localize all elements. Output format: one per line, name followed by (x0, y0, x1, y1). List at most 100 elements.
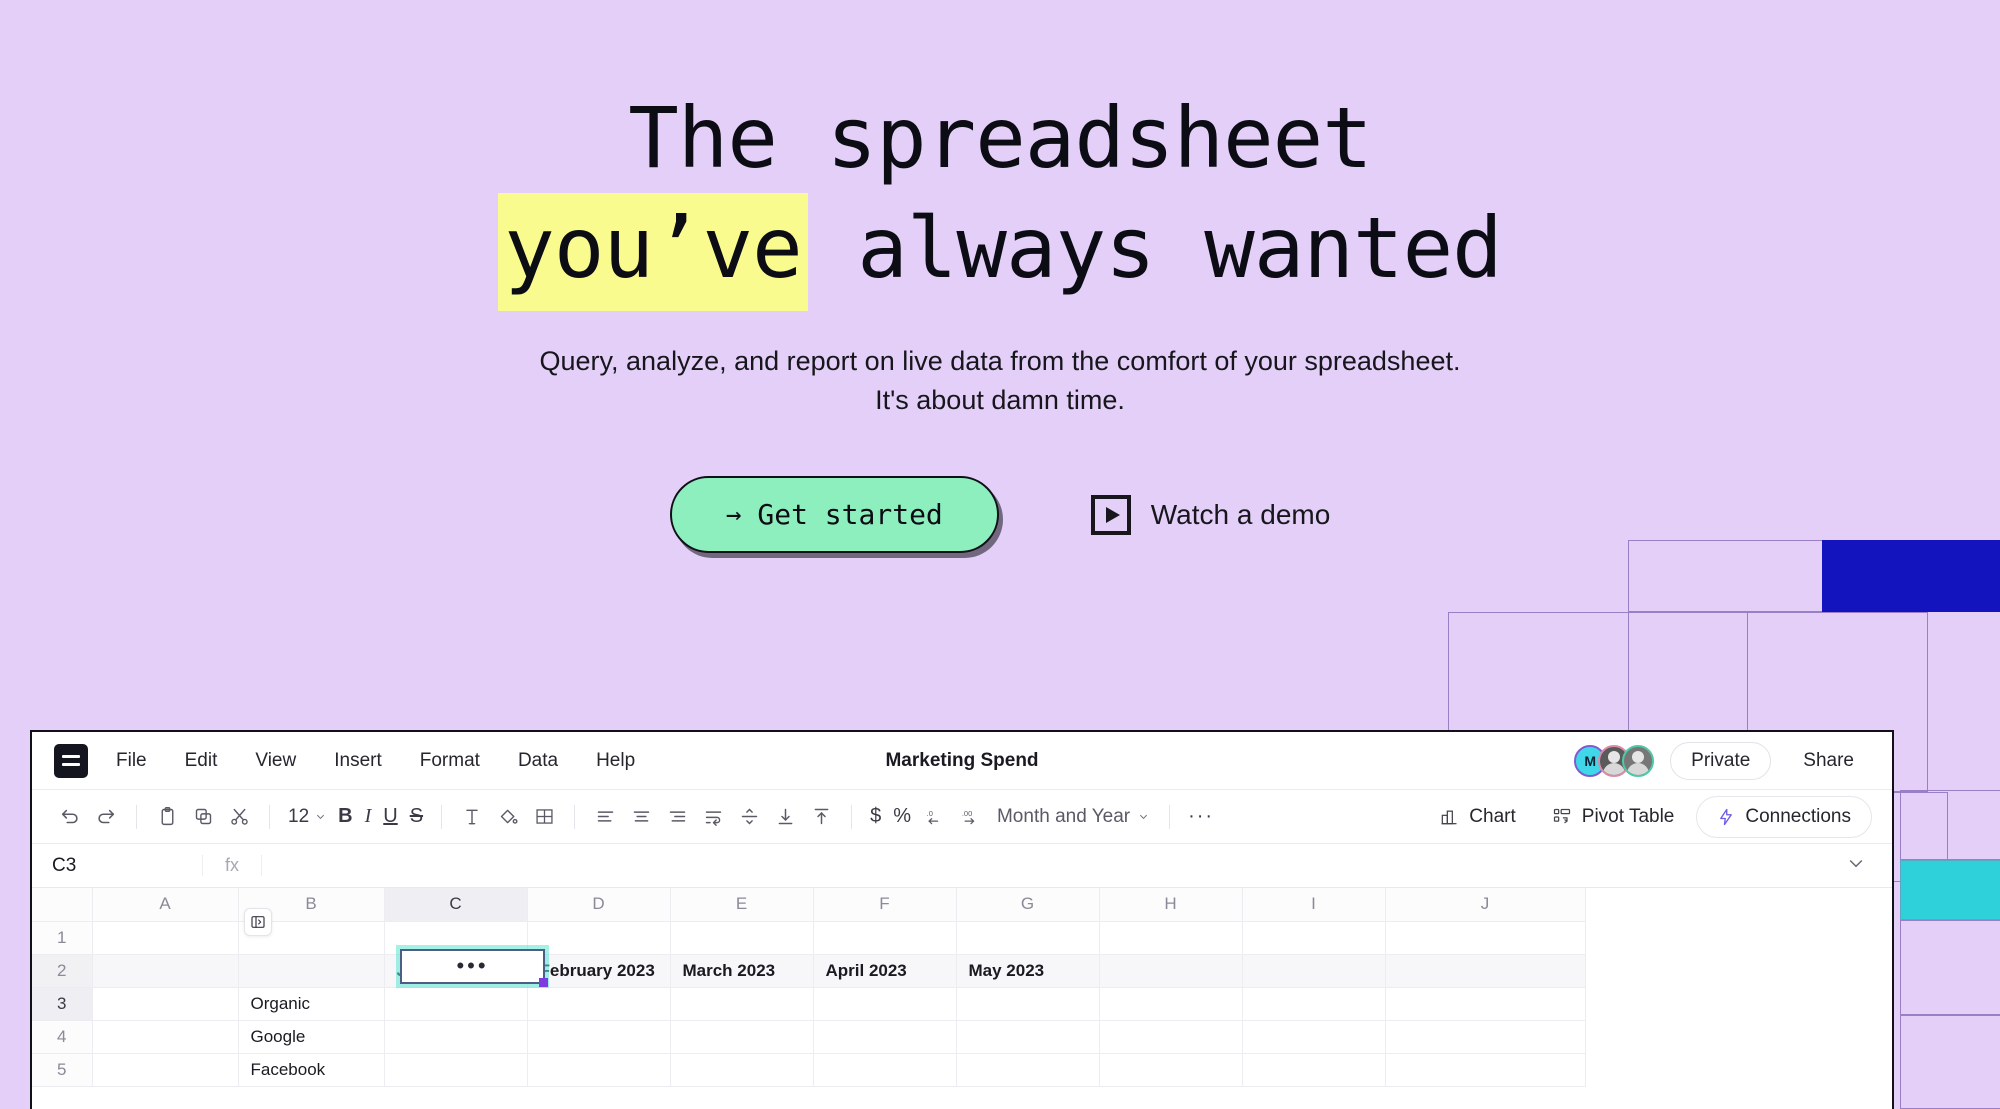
chart-button[interactable]: Chart (1425, 798, 1529, 836)
menu-item-data[interactable]: Data (518, 750, 558, 772)
cell-g4[interactable] (956, 1020, 1100, 1054)
paste-icon[interactable] (149, 800, 185, 834)
select-all-corner[interactable] (32, 888, 93, 922)
cell-c5[interactable] (384, 1053, 528, 1087)
cell-f3[interactable] (813, 987, 957, 1021)
privacy-button[interactable]: Private (1670, 741, 1772, 780)
cell-c3[interactable] (384, 987, 528, 1021)
strikethrough-button[interactable]: S (404, 805, 429, 828)
spreadsheet-grid[interactable]: A B C D E F G H I J 1 2 February 2023 Ma… (32, 888, 1892, 1087)
cell-f5[interactable] (813, 1053, 957, 1087)
row-header-3[interactable]: 3 (32, 987, 93, 1021)
align-right-icon[interactable] (659, 800, 695, 834)
row-header-4[interactable]: 4 (32, 1020, 93, 1054)
cell-j3[interactable] (1385, 987, 1586, 1021)
cell-d1[interactable] (527, 921, 671, 955)
column-header-d[interactable]: D (527, 888, 671, 922)
cell-j5[interactable] (1385, 1053, 1586, 1087)
menu-item-format[interactable]: Format (420, 750, 480, 772)
column-header-g[interactable]: G (956, 888, 1100, 922)
valign-middle-icon[interactable] (731, 800, 767, 834)
avatar[interactable] (1622, 744, 1655, 777)
fill-color-icon[interactable] (490, 800, 526, 834)
cell-b3[interactable]: Organic (238, 987, 385, 1021)
cell-f4[interactable] (813, 1020, 957, 1054)
underline-button[interactable]: U (377, 805, 403, 828)
menu-item-view[interactable]: View (255, 750, 296, 772)
cell-e4[interactable] (670, 1020, 814, 1054)
expand-panel-icon[interactable] (244, 908, 272, 936)
cell-h2[interactable] (1099, 954, 1243, 988)
italic-button[interactable]: I (359, 805, 378, 828)
borders-icon[interactable] (526, 800, 562, 834)
cell-e2[interactable]: March 2023 (670, 954, 814, 988)
column-header-h[interactable]: H (1099, 888, 1243, 922)
currency-format-button[interactable]: $ (864, 805, 887, 828)
cell-a4[interactable] (92, 1020, 239, 1054)
increase-decimal-icon[interactable]: .00 (953, 800, 989, 834)
cell-f1[interactable] (813, 921, 957, 955)
cell-b2[interactable] (238, 954, 385, 988)
cell-g2[interactable]: May 2023 (956, 954, 1100, 988)
cell-d3[interactable] (527, 987, 671, 1021)
cell-a2[interactable] (92, 954, 239, 988)
cell-h5[interactable] (1099, 1053, 1243, 1087)
connections-button[interactable]: Connections (1696, 795, 1872, 838)
more-options-button[interactable]: ··· (1182, 805, 1220, 828)
cell-j2[interactable] (1385, 954, 1586, 988)
cell-d2[interactable]: February 2023 (527, 954, 671, 988)
wrap-text-icon[interactable] (695, 800, 731, 834)
share-button[interactable]: Share (1787, 743, 1870, 779)
menu-item-help[interactable]: Help (596, 750, 635, 772)
font-size-selector[interactable]: 12 (282, 806, 332, 828)
cell-h4[interactable] (1099, 1020, 1243, 1054)
cell-e3[interactable] (670, 987, 814, 1021)
number-format-selector[interactable]: Month and Year (989, 806, 1157, 828)
cell-i3[interactable] (1242, 987, 1386, 1021)
undo-icon[interactable] (52, 800, 88, 834)
expand-formula-bar-button[interactable] (1846, 853, 1866, 878)
get-started-button[interactable]: → Get started (669, 476, 999, 554)
cell-b5[interactable]: Facebook (238, 1053, 385, 1087)
copy-icon[interactable] (185, 800, 221, 834)
equals-logo-icon[interactable] (54, 743, 88, 778)
cell-i1[interactable] (1242, 921, 1386, 955)
cell-g3[interactable] (956, 987, 1100, 1021)
watch-demo-link[interactable]: Watch a demo (1090, 494, 1330, 535)
cell-reference-input[interactable]: C3 (32, 855, 202, 877)
selected-cell-c3[interactable]: ••• (400, 949, 548, 987)
cell-a3[interactable] (92, 987, 239, 1021)
cell-d5[interactable] (527, 1053, 671, 1087)
cell-b4[interactable]: Google (238, 1020, 385, 1054)
text-color-icon[interactable] (454, 800, 490, 834)
cell-h1[interactable] (1099, 921, 1243, 955)
column-header-c[interactable]: C (384, 888, 528, 922)
document-title[interactable]: Marketing Spend (885, 750, 1038, 772)
column-header-e[interactable]: E (670, 888, 814, 922)
cell-j4[interactable] (1385, 1020, 1586, 1054)
cell-a1[interactable] (92, 921, 239, 955)
column-header-f[interactable]: F (813, 888, 957, 922)
cell-i5[interactable] (1242, 1053, 1386, 1087)
cell-j1[interactable] (1385, 921, 1586, 955)
cell-a5[interactable] (92, 1053, 239, 1087)
cell-d4[interactable] (527, 1020, 671, 1054)
cell-g1[interactable] (956, 921, 1100, 955)
valign-bottom-icon[interactable] (767, 800, 803, 834)
redo-icon[interactable] (88, 800, 124, 834)
align-center-icon[interactable] (623, 800, 659, 834)
column-header-j[interactable]: J (1385, 888, 1586, 922)
pivot-table-button[interactable]: Pivot Table (1538, 798, 1689, 836)
align-left-icon[interactable] (587, 800, 623, 834)
cell-i2[interactable] (1242, 954, 1386, 988)
menu-item-edit[interactable]: Edit (185, 750, 218, 772)
fill-handle[interactable] (539, 978, 548, 987)
cell-f2[interactable]: April 2023 (813, 954, 957, 988)
row-header-1[interactable]: 1 (32, 921, 93, 955)
cell-h3[interactable] (1099, 987, 1243, 1021)
cell-i4[interactable] (1242, 1020, 1386, 1054)
decrease-decimal-icon[interactable]: .0 (917, 800, 953, 834)
cut-icon[interactable] (221, 800, 257, 834)
cell-e1[interactable] (670, 921, 814, 955)
menu-item-file[interactable]: File (116, 750, 147, 772)
